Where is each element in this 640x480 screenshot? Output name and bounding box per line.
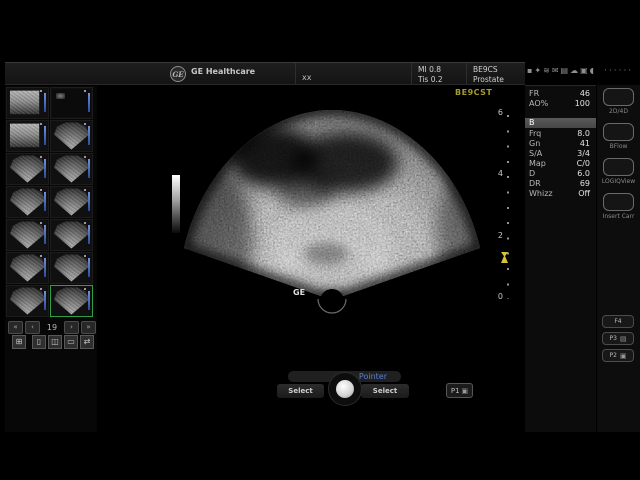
trackball-right-select-button[interactable]: Select [361, 384, 409, 398]
thumbnail[interactable] [50, 219, 93, 251]
prev-page-button[interactable]: ‹ [25, 321, 40, 334]
logiqview-label: LOGIQView [597, 178, 640, 185]
param-row-whizz: WhizzOff [525, 189, 596, 199]
thumbnail[interactable] [50, 153, 93, 185]
parameter-panel: FR46AO%100 B Frq8.0Gn41S/A3/4MapC/0D6.0D… [525, 85, 596, 432]
grid-view-icon[interactable]: ⊞ [12, 335, 26, 349]
preset-name: Prostate [473, 75, 504, 85]
thumbnail-pager: « ‹ 19 › » [8, 321, 96, 333]
f4-button[interactable]: F4 [602, 315, 634, 328]
thumbnail[interactable] [6, 153, 49, 185]
param-row-map: MapC/0 [525, 159, 596, 169]
trackball-indicator[interactable] [328, 372, 362, 406]
insert-carr-label: Insert Carr [597, 213, 640, 220]
probe-icon: ◖ [590, 66, 594, 76]
b-mode-params: Frq8.0Gn41S/A3/4MapC/0D6.0DR69WhizzOff [525, 129, 596, 199]
2d-4d-button[interactable] [603, 88, 634, 106]
trackball-left-select-button[interactable]: Select [277, 384, 324, 398]
header-patient-cell: xx [296, 63, 412, 84]
user-icon: ✦ [534, 66, 541, 76]
header-acoustic-cell: MI 0.8 Tis 0.2 [412, 63, 467, 84]
probe-name: BE9CS [473, 65, 504, 75]
status-icon-row: ▪✦≋✉▤☁▣◖ [527, 63, 603, 78]
header-brand-cell: GE GE Healthcare [5, 63, 296, 84]
mode-row: B [525, 118, 596, 128]
depth-label: 6 [491, 109, 503, 117]
acquisition-params: FR46AO%100 [525, 86, 596, 109]
thumbnail[interactable] [6, 186, 49, 218]
image-area: BE9CST [163, 85, 523, 432]
last-page-button[interactable]: » [81, 321, 96, 334]
thumbnail[interactable] [6, 252, 49, 284]
thumbnail[interactable] [50, 252, 93, 284]
param-row-dr: DR69 [525, 179, 596, 189]
mi-value: MI 0.8 [418, 65, 443, 75]
menu-dots-handle[interactable]: ······ [604, 66, 633, 76]
pointer-label: Pointer [359, 372, 387, 381]
ultrasound-fan-image [168, 95, 518, 335]
clipboard-icon: ▤ [620, 335, 627, 343]
brand-text: GE Healthcare [191, 67, 255, 76]
ultrasound-screen: GE GE Healthcare xx MI 0.8 Tis 0.2 BE9CS… [0, 0, 640, 480]
p1-button[interactable]: P1 ▣ [446, 383, 473, 398]
param-row-s-a: S/A3/4 [525, 149, 596, 159]
param-row-frq: Frq8.0 [525, 129, 596, 139]
printer-icon: ▣ [462, 387, 469, 395]
ge-logo-icon: GE [170, 66, 186, 82]
patient-id-text: xx [302, 73, 311, 82]
thumbnail-selected[interactable] [50, 285, 93, 317]
wifi-icon: ≋ [543, 66, 550, 76]
thumbnail[interactable] [50, 120, 93, 152]
thumbnail[interactable] [6, 87, 49, 119]
param-row-gn: Gn41 [525, 139, 596, 149]
focus-position-marker[interactable] [501, 252, 508, 263]
grayscale-bar [172, 175, 180, 233]
thumbnail[interactable] [6, 120, 49, 152]
thumbnail-grid [6, 87, 96, 317]
side-button-column: 2D/4D BFlow LOGIQView Insert Carr F4 P3▤ P2▣ [597, 85, 640, 432]
depth-label: 2 [491, 232, 503, 240]
thumbnail[interactable] [50, 186, 93, 218]
thumbnail[interactable] [50, 87, 93, 119]
param-row-d: D6.0 [525, 169, 596, 179]
bflow-button[interactable] [603, 123, 634, 141]
header-probe-cell: BE9CS Prostate [467, 63, 523, 84]
save-icon[interactable]: ◫ [48, 335, 62, 349]
delete-icon[interactable]: ▯ [32, 335, 46, 349]
ge-probe-mark: GE [293, 288, 305, 297]
insert-carr-button[interactable] [603, 193, 634, 211]
bflow-label: BFlow [597, 143, 640, 150]
p1-label: P1 [451, 387, 460, 395]
network-icon: ▤ [561, 66, 569, 76]
clipboard-toolbar: ⊞ ▯◫▭⇄ [12, 335, 94, 349]
depth-label: 0 [491, 293, 503, 301]
logiqview-button[interactable] [603, 158, 634, 176]
thumbnail[interactable] [6, 285, 49, 317]
thumbnail[interactable] [6, 219, 49, 251]
tis-value: Tis 0.2 [418, 75, 443, 85]
param-row-fr: FR46 [525, 89, 596, 99]
image-icon[interactable]: ▭ [64, 335, 78, 349]
depth-ruler: 6 4 2 0 [491, 105, 517, 315]
printer-icon: ▣ [620, 352, 627, 360]
first-page-button[interactable]: « [8, 321, 23, 334]
page-number: 19 [42, 323, 62, 332]
next-page-button[interactable]: › [64, 321, 79, 334]
2d-4d-label: 2D/4D [597, 108, 640, 115]
depth-label: 4 [491, 170, 503, 178]
p2-button[interactable]: P2▣ [602, 349, 634, 362]
printer-icon: ▣ [580, 66, 588, 76]
header-bar: GE GE Healthcare xx MI 0.8 Tis 0.2 BE9CS… [5, 62, 525, 85]
signal-icon: ▪ [527, 66, 532, 76]
param-row-ao: AO%100 [525, 99, 596, 109]
p3-button[interactable]: P3▤ [602, 332, 634, 345]
clipboard-panel: « ‹ 19 › » ⊞ ▯◫▭⇄ [5, 86, 97, 432]
cloud-icon: ☁ [570, 66, 578, 76]
mail-icon: ✉ [552, 66, 559, 76]
transfer-icon[interactable]: ⇄ [80, 335, 94, 349]
